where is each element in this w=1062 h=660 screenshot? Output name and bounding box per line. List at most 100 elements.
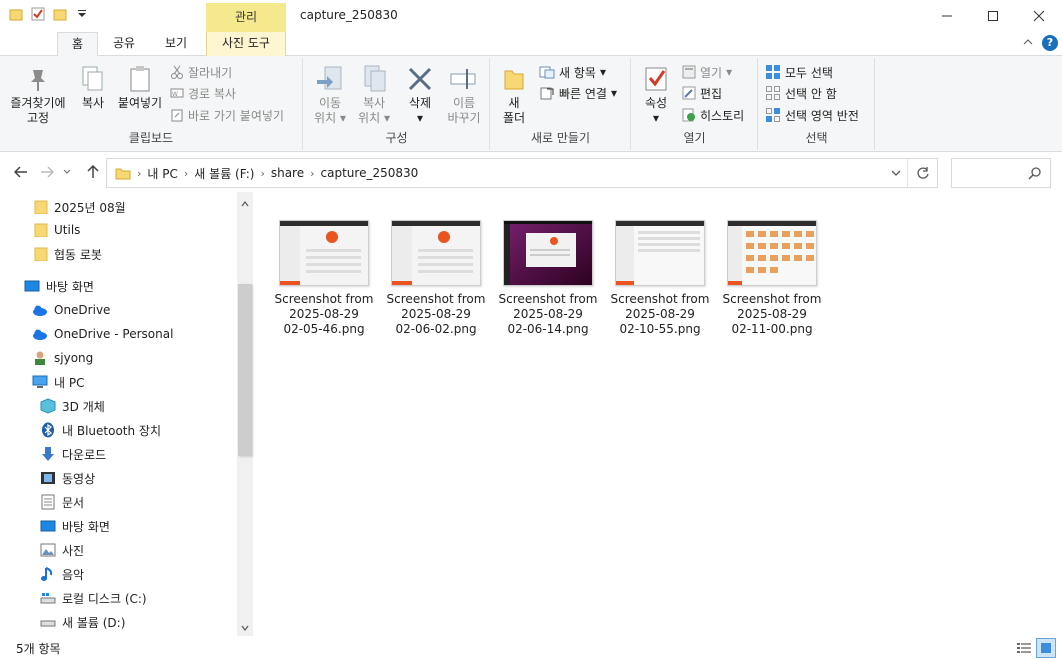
- breadcrumb-separator[interactable]: ›: [260, 167, 264, 180]
- easy-access-icon: [540, 87, 554, 100]
- folder-icon: [34, 247, 48, 261]
- minimize-button[interactable]: [924, 0, 970, 32]
- file-item[interactable]: Screenshot from 2025-08-29 02-06-14.png: [498, 220, 598, 337]
- download-icon: [42, 447, 54, 461]
- copy-path-button[interactable]: W 경로 복사: [170, 83, 236, 103]
- nav-pane-scrollbar[interactable]: [237, 192, 253, 636]
- nav-item-bluetooth[interactable]: 내 Bluetooth 장치: [40, 418, 161, 442]
- nav-item-user[interactable]: sjyong: [32, 346, 93, 370]
- scroll-down-arrow-icon[interactable]: [237, 620, 253, 636]
- details-view-button[interactable]: [1014, 638, 1034, 658]
- search-icon: [1028, 166, 1042, 183]
- nav-item-onedrive[interactable]: OneDrive: [32, 298, 110, 322]
- help-icon[interactable]: ?: [1042, 35, 1058, 51]
- edit-button[interactable]: 편집: [682, 83, 722, 103]
- nav-item-music[interactable]: 음악: [40, 562, 84, 586]
- new-folder-button[interactable]: 새 폴더: [497, 62, 531, 126]
- nav-item-documents[interactable]: 문서: [40, 490, 84, 514]
- copy-button[interactable]: 복사: [76, 62, 110, 111]
- cloud-icon: [33, 305, 47, 316]
- back-button[interactable]: [12, 163, 30, 181]
- customize-toolbar-chevron-icon[interactable]: [74, 6, 90, 22]
- open-chevron-icon: ▾: [726, 65, 733, 79]
- address-history-chevron-icon[interactable]: [891, 166, 901, 180]
- maximize-button[interactable]: [970, 0, 1016, 32]
- nav-item-local-disk-c[interactable]: 로컬 디스크 (C:): [40, 586, 147, 610]
- nav-item-videos[interactable]: 동영상: [40, 466, 95, 490]
- nav-item-3d-objects[interactable]: 3D 개체: [40, 394, 105, 418]
- nav-item-cobot[interactable]: 협동 로봇: [34, 242, 102, 266]
- refresh-button[interactable]: [907, 159, 937, 187]
- tab-view[interactable]: 보기: [152, 32, 200, 56]
- item-count: 5개 항목: [16, 642, 61, 656]
- nav-item-my-pc[interactable]: 내 PC: [32, 370, 84, 394]
- properties-check-icon[interactable]: [30, 6, 46, 22]
- close-button[interactable]: [1016, 0, 1062, 32]
- file-item[interactable]: Screenshot from 2025-08-29 02-11-00.png: [722, 220, 822, 337]
- nav-item-desktop[interactable]: 바탕 화면: [40, 514, 110, 538]
- breadcrumb-current-folder[interactable]: capture_250830: [321, 166, 419, 180]
- nav-item-label: 다운로드: [62, 447, 107, 462]
- nav-item-utils[interactable]: Utils: [34, 218, 80, 242]
- select-none-button[interactable]: 선택 안 함: [765, 83, 837, 103]
- paste-shortcut-button[interactable]: 바로 가기 붙여넣기: [170, 105, 284, 125]
- recent-locations-button[interactable]: [60, 163, 74, 181]
- breadcrumb-separator[interactable]: ›: [137, 167, 141, 180]
- delete-button[interactable]: 삭제 ▾: [400, 62, 440, 126]
- breadcrumb-separator[interactable]: ›: [184, 167, 188, 180]
- scrollbar-thumb[interactable]: [238, 284, 252, 456]
- breadcrumb-volume-f[interactable]: 새 볼륨 (F:): [194, 165, 254, 182]
- cut-button[interactable]: 잘라내기: [170, 62, 232, 82]
- desktop-icon: [40, 520, 56, 532]
- copy-to-button[interactable]: 복사 위치 ▾: [352, 62, 396, 126]
- pin-to-quick-access-button[interactable]: 즐겨찾기에 고정: [6, 62, 70, 126]
- desktop-icon: [24, 280, 40, 292]
- address-bar[interactable]: › 내 PC › 새 볼륨 (F:) › share › capture_250…: [106, 158, 938, 188]
- forward-button[interactable]: [38, 163, 56, 181]
- folder-icon[interactable]: [8, 6, 24, 22]
- new-item-button[interactable]: 새 항목 ▾: [539, 62, 606, 82]
- scroll-up-arrow-icon[interactable]: [237, 196, 253, 212]
- invert-selection-button[interactable]: 선택 영역 반전: [765, 105, 859, 125]
- nav-item-volume-d[interactable]: 새 볼륨 (D:): [40, 610, 125, 634]
- easy-access-label: 빠른 연결: [559, 86, 607, 101]
- file-item[interactable]: Screenshot from 2025-08-29 02-06-02.png: [386, 220, 486, 337]
- move-to-button[interactable]: 이동 위치 ▾: [308, 62, 352, 126]
- large-icons-view-icon: [1041, 643, 1051, 653]
- select-all-button[interactable]: 모두 선택: [765, 62, 833, 82]
- paste-button[interactable]: 붙여넣기: [114, 62, 166, 111]
- ribbon: 즐겨찾기에 고정 복사 붙여넣기 잘라내기 W 경로 복사 바로 가기 붙여넣기…: [0, 56, 1062, 152]
- nav-item-label: OneDrive - Personal: [54, 327, 174, 341]
- tab-home[interactable]: 홈: [57, 32, 98, 57]
- easy-access-button[interactable]: 빠른 연결 ▾: [539, 83, 617, 103]
- nav-item-2025-08[interactable]: 2025년 08월: [34, 195, 126, 219]
- nav-item-label: 내 Bluetooth 장치: [62, 423, 162, 438]
- open-label: 열기: [700, 65, 723, 80]
- file-name-line: Screenshot from: [274, 292, 374, 306]
- breadcrumb-share[interactable]: share: [271, 166, 304, 180]
- nav-item-downloads[interactable]: 다운로드: [40, 442, 106, 466]
- breadcrumb-separator[interactable]: ›: [310, 167, 314, 180]
- copy-to-icon: [364, 65, 386, 92]
- new-folder-icon[interactable]: [52, 6, 68, 22]
- rename-button[interactable]: 이름 바꾸기: [442, 62, 486, 126]
- large-icons-view-button[interactable]: [1036, 638, 1056, 658]
- organize-group-label: 구성: [385, 131, 408, 145]
- up-button[interactable]: [84, 163, 102, 181]
- file-item[interactable]: Screenshot from 2025-08-29 02-10-55.png: [610, 220, 710, 337]
- nav-item-pictures[interactable]: 사진: [40, 538, 84, 562]
- open-button[interactable]: 열기 ▾: [682, 62, 732, 82]
- computer-icon: [32, 375, 48, 388]
- file-name-line: 02-05-46.png: [283, 322, 365, 336]
- file-name: Screenshot from 2025-08-29 02-10-55.png: [610, 292, 710, 337]
- file-item[interactable]: Screenshot from 2025-08-29 02-05-46.png: [274, 220, 374, 337]
- history-button[interactable]: 히스토리: [682, 105, 744, 125]
- properties-button[interactable]: 속성 ▾: [638, 62, 674, 126]
- tab-picture-tools[interactable]: 사진 도구: [206, 32, 286, 56]
- nav-item-desktop-root[interactable]: 바탕 화면: [24, 274, 94, 298]
- search-input[interactable]: [951, 158, 1051, 188]
- nav-item-onedrive-personal[interactable]: OneDrive - Personal: [32, 322, 173, 346]
- breadcrumb-my-pc[interactable]: 내 PC: [147, 165, 177, 182]
- tab-share[interactable]: 공유: [102, 32, 146, 56]
- collapse-ribbon-chevron-icon[interactable]: [1022, 36, 1034, 50]
